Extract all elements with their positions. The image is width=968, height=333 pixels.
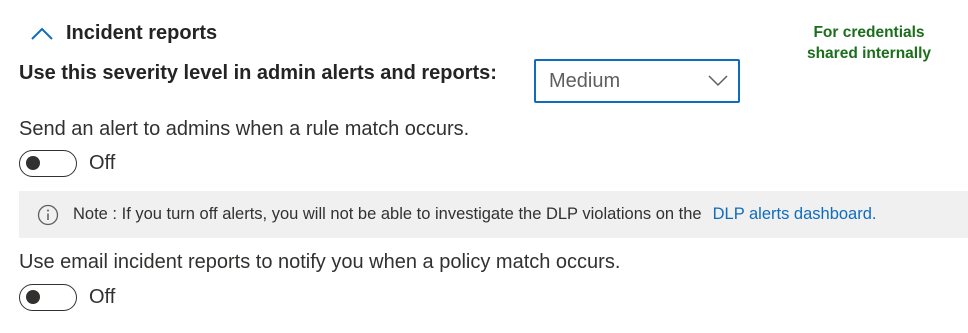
incident-reports-section-toggle[interactable]: Incident reports [30, 22, 217, 45]
severity-dropdown[interactable]: Medium [534, 59, 740, 103]
annotation-note: For credentials shared internally [790, 22, 948, 64]
alert-toggle-label: Send an alert to admins when a rule matc… [19, 118, 470, 140]
incident-reports-panel: Incident reports For credentials shared … [0, 0, 968, 333]
toggle-knob [26, 290, 40, 304]
severity-label: Use this severity level in admin alerts … [19, 62, 497, 84]
severity-selected-value: Medium [549, 69, 621, 92]
section-title: Incident reports [66, 22, 218, 44]
email-toggle-switch[interactable] [19, 284, 77, 311]
alert-toggle-switch[interactable] [19, 150, 77, 177]
dlp-alerts-dashboard-link[interactable]: DLP alerts dashboard. [713, 205, 877, 224]
note-bar: Note : If you turn off alerts, you will … [19, 191, 968, 238]
email-toggle-state: Off [89, 286, 116, 308]
alert-toggle-row: Off [19, 150, 115, 177]
annotation-line-2: shared internally [806, 45, 932, 62]
chevron-up-icon[interactable] [30, 26, 54, 42]
alert-toggle-state: Off [89, 152, 116, 174]
toggle-knob [26, 156, 40, 170]
annotation-line-1: For credentials [813, 24, 925, 41]
email-toggle-label: Use email incident reports to notify you… [19, 251, 621, 273]
chevron-down-icon [708, 75, 728, 87]
info-icon [37, 204, 59, 225]
note-text: Note : If you turn off alerts, you will … [73, 205, 702, 223]
email-toggle-row: Off [19, 284, 115, 311]
